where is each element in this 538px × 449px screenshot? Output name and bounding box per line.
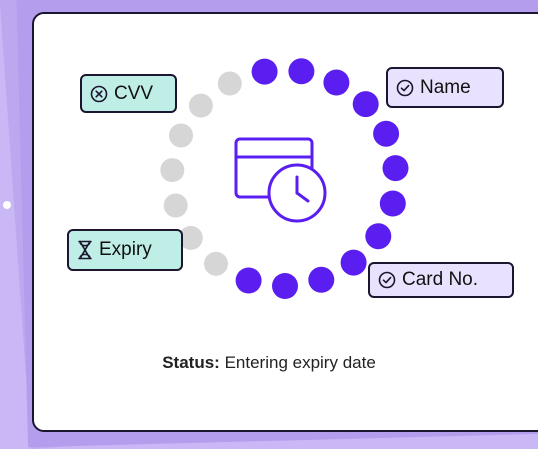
- card-number-tag: Card No.: [368, 262, 514, 298]
- cvv-tag: CVV: [80, 74, 177, 113]
- x-circle-icon: [90, 85, 108, 103]
- status-line: Status: Entering expiry date: [0, 353, 538, 373]
- check-circle-icon: [396, 79, 414, 97]
- card-number-label: Card No.: [402, 269, 479, 290]
- cvv-label: CVV: [114, 82, 154, 104]
- check-circle-icon: [378, 271, 396, 289]
- status-label: Status:: [162, 353, 220, 372]
- expiry-label: Expiry: [99, 239, 152, 260]
- name-label: Name: [420, 76, 471, 98]
- decorative-dot: [3, 201, 11, 209]
- expiry-tag: Expiry: [67, 229, 183, 271]
- card-clock-icon: [232, 135, 332, 227]
- hourglass-icon: [77, 240, 93, 260]
- status-text: Entering expiry date: [224, 353, 376, 372]
- name-tag: Name: [386, 67, 504, 108]
